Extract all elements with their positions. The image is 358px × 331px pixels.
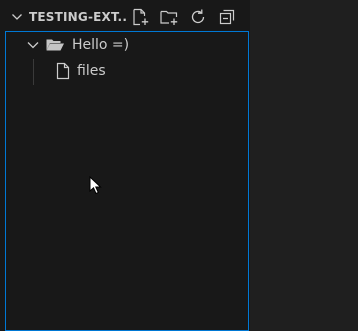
refresh-icon[interactable] xyxy=(186,5,210,29)
explorer-section-header[interactable]: TESTING-EXT... xyxy=(0,0,250,33)
section-title: TESTING-EXT... xyxy=(29,9,127,24)
file-icon xyxy=(55,62,71,80)
section-actions xyxy=(128,5,239,29)
new-folder-icon[interactable] xyxy=(157,5,181,29)
collapse-all-icon[interactable] xyxy=(215,5,239,29)
tree-folder-row[interactable]: Hello =) xyxy=(6,32,248,58)
mouse-cursor-icon xyxy=(89,175,103,196)
chevron-down-icon[interactable] xyxy=(10,10,24,24)
tree-file-label: files xyxy=(77,63,106,79)
folder-open-icon xyxy=(45,37,65,53)
file-tree[interactable]: Hello =) files xyxy=(5,31,249,331)
explorer-sidebar: TESTING-EXT... Hello =) files xyxy=(0,0,250,331)
tree-file-row[interactable]: files xyxy=(6,58,248,84)
chevron-down-icon[interactable] xyxy=(26,38,40,52)
tree-folder-label: Hello =) xyxy=(72,37,130,53)
editor-area xyxy=(250,0,358,331)
new-file-icon[interactable] xyxy=(128,5,152,29)
